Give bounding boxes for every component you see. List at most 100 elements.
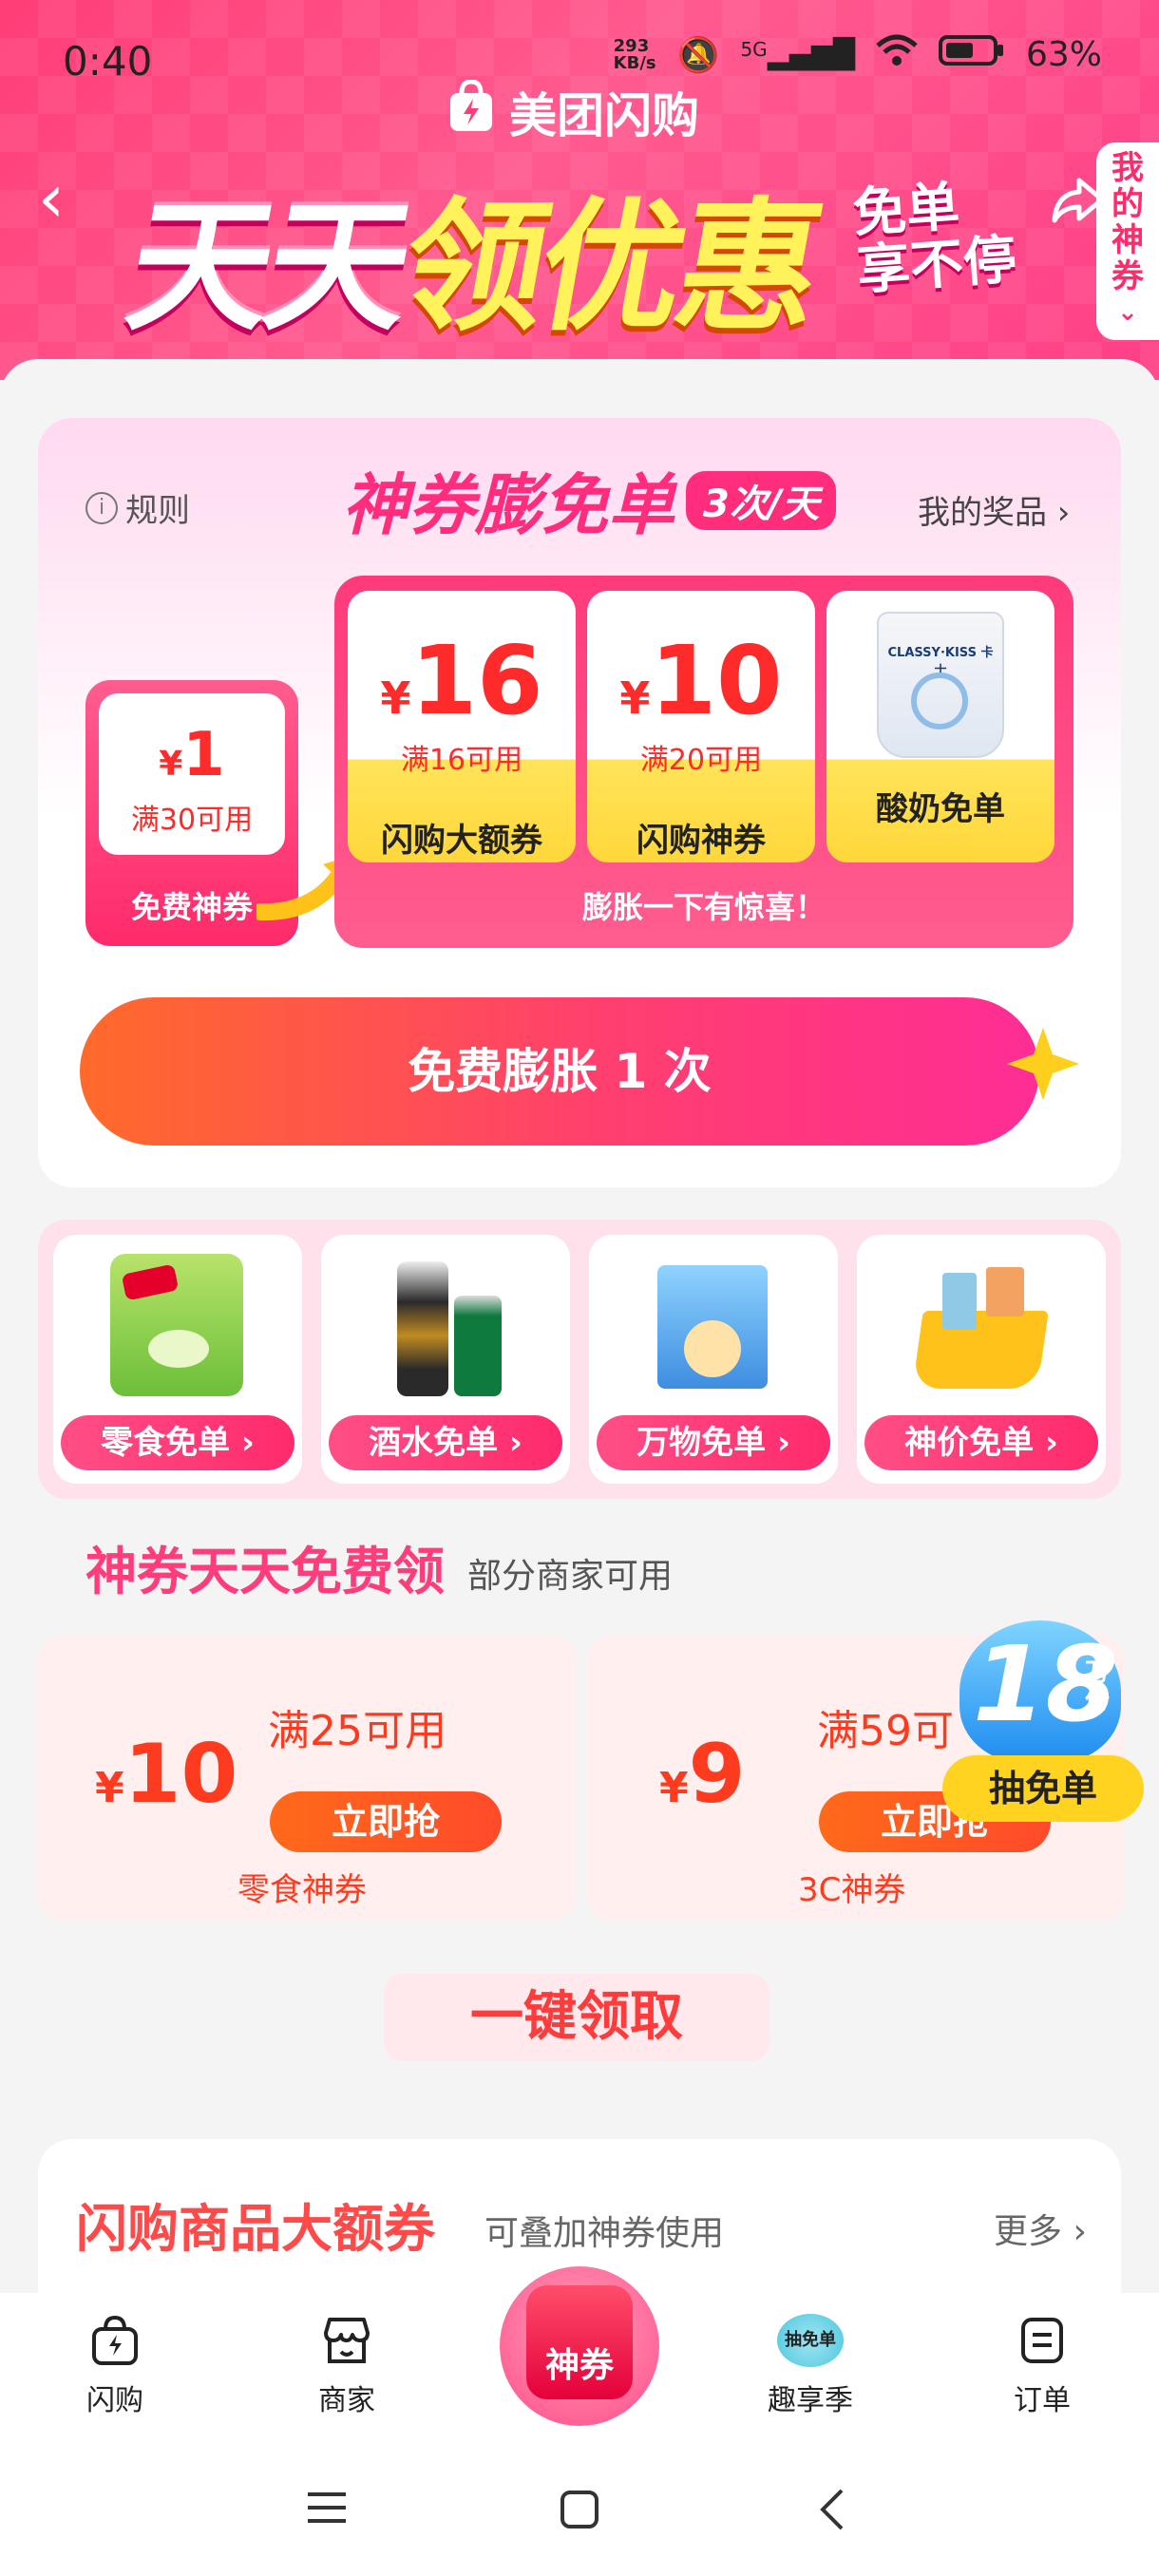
brand-logo: 美团闪购 xyxy=(446,78,699,146)
coupon-name: 零食神券 xyxy=(238,1871,367,1909)
tab-merchant[interactable]: 商家 xyxy=(276,2314,418,2418)
tab-shangou[interactable]: 闪购 xyxy=(44,2314,186,2418)
category-drinks[interactable]: 酒水免单 › xyxy=(321,1235,570,1484)
claim-all-button[interactable]: 一键领取 xyxy=(384,1974,770,2061)
my-prize-link[interactable]: 我的奖品 › xyxy=(918,486,1070,533)
wifi-icon xyxy=(876,34,918,75)
rules-link[interactable]: i 规则 xyxy=(86,484,190,531)
big-coupon-title: 闪购商品大额券 xyxy=(76,2199,435,2259)
coupon-price: ¥9 xyxy=(659,1727,745,1822)
shopping-bag-icon xyxy=(88,2314,142,2367)
free-coupon-price: ¥1 xyxy=(99,720,285,790)
tab-label: 订单 xyxy=(1014,2384,1071,2417)
lottery-free-order-badge[interactable]: 18 万份 抽免单 xyxy=(942,1615,1144,1833)
category-everything[interactable]: 万物免单 › xyxy=(589,1235,838,1484)
yen-sign: ¥ xyxy=(95,1764,124,1812)
surprise-text: 膨胀一下有惊喜！ xyxy=(581,889,826,925)
side-tab-label: 我的神券 xyxy=(1112,149,1144,295)
coupon-price: ¥10 xyxy=(95,1727,238,1822)
coupon-name: 3C神券 xyxy=(798,1871,906,1909)
yen-sign: ¥ xyxy=(619,672,651,724)
price-value: 1 xyxy=(182,720,225,790)
slot-shangou-coupon: ¥10 满20可用 闪购神券 xyxy=(587,591,815,862)
slot-condition: 满16可用 xyxy=(400,744,523,777)
price-value: 16 xyxy=(410,625,543,736)
order-list-icon xyxy=(1016,2314,1069,2367)
my-coupons-side-tab[interactable]: 我的神券 ⌄ xyxy=(1096,142,1159,340)
free-order-icon: 抽免单 xyxy=(777,2314,844,2367)
store-icon xyxy=(320,2314,373,2367)
chevron-down-icon: ⌄ xyxy=(1117,298,1138,327)
daily-coupons-title: 神券天天免费领 xyxy=(86,1542,445,1601)
price-value: 10 xyxy=(650,625,783,736)
slot-yogurt-free: CLASSY·KISS 卡士 酸奶免单 xyxy=(826,591,1054,862)
category-god-price[interactable]: 神价免单 › xyxy=(857,1235,1106,1484)
battery-level: 63% xyxy=(1025,35,1102,74)
category-label: 万物免单 › xyxy=(597,1415,830,1470)
slot-label: 闪购神券 xyxy=(636,822,766,860)
slot-label: 闪购大额券 xyxy=(381,822,542,860)
brand-name: 美团闪购 xyxy=(509,88,699,143)
category-label: 酒水免单 › xyxy=(329,1415,562,1470)
tab-label: 神券 xyxy=(544,2346,614,2385)
daily-coupons-subtitle: 部分商家可用 xyxy=(467,1557,674,1596)
back-button[interactable]: ‹ xyxy=(38,165,89,232)
beer-cans-image xyxy=(378,1254,511,1396)
coupon-card[interactable]: ¥10 满25可用 立即抢 零食神券 xyxy=(38,1636,576,1921)
category-snacks[interactable]: 零食免单 › xyxy=(53,1235,302,1484)
chips-bag-image xyxy=(110,1254,243,1396)
yogurt-logo xyxy=(911,672,968,729)
battery-icon xyxy=(938,34,1005,75)
coupon-gift-icon[interactable]: 神券 xyxy=(526,2285,633,2399)
banner-subtitle: 免单 享不停 xyxy=(851,175,1019,302)
slot-label: 酸奶免单 xyxy=(876,790,1005,828)
yogurt-cup-image: CLASSY·KISS 卡士 xyxy=(877,612,1004,758)
mute-bell-icon: 🔕 xyxy=(676,35,720,75)
yen-sign: ¥ xyxy=(659,1764,689,1812)
daily-limit-badge: 3次/天 xyxy=(686,471,837,530)
net-speed: 293 KB/s xyxy=(613,35,656,73)
yen-sign: ¥ xyxy=(159,745,183,784)
slot-price: ¥10 xyxy=(587,625,815,736)
lightning-bag-icon xyxy=(446,79,496,144)
tab-label: 商家 xyxy=(318,2384,375,2417)
home-icon[interactable] xyxy=(559,2489,600,2534)
tab-label: 趣享季 xyxy=(768,2384,853,2417)
slot-condition: 满20可用 xyxy=(639,744,763,777)
banner-text-a: 天天 xyxy=(116,185,419,350)
price-value: 9 xyxy=(688,1727,746,1822)
grab-now-button[interactable]: 立即抢 xyxy=(270,1791,502,1852)
price-value: 10 xyxy=(124,1727,238,1822)
signal-type: 5G xyxy=(740,38,768,61)
tab-orders[interactable]: 订单 xyxy=(971,2314,1113,2418)
free-upgrade-button[interactable]: 免费膨胀 1 次 xyxy=(80,997,1039,1146)
info-icon: i xyxy=(86,491,118,524)
coupon-condition: 满25可用 xyxy=(268,1707,446,1755)
tab-label: 闪购 xyxy=(86,2384,143,2417)
banner-text-b: 领优惠 xyxy=(390,185,829,350)
back-nav-icon[interactable] xyxy=(817,2487,846,2536)
big-coupon-subtitle: 可叠加神券使用 xyxy=(484,2214,725,2253)
slot-big-coupon: ¥16 满16可用 闪购大额券 xyxy=(348,591,576,862)
rules-label: 规则 xyxy=(125,492,190,530)
free-coupon-condition: 满30可用 xyxy=(130,804,254,837)
coupon-condition: 满59可 xyxy=(817,1707,954,1755)
blind-box-image xyxy=(646,1254,779,1396)
star-icon xyxy=(1005,1026,1081,1102)
status-time: 0:40 xyxy=(63,38,153,85)
upgrade-title: 神券膨免单 xyxy=(342,466,674,544)
banner-title: 天天领优惠 xyxy=(115,152,835,358)
badge-unit: 万份 xyxy=(1085,1658,1111,1715)
more-link[interactable]: 更多 › xyxy=(994,2204,1087,2253)
status-bar-right: 293 KB/s 🔕 5G▂▄▆█ 63% xyxy=(614,34,1102,75)
slot-price: ¥16 xyxy=(348,625,576,736)
tab-fun-season[interactable]: 抽免单 趣享季 xyxy=(739,2314,882,2418)
category-label: 神价免单 › xyxy=(864,1415,1098,1470)
signal-icon: 5G▂▄▆█ xyxy=(740,38,855,71)
recents-icon[interactable] xyxy=(306,2489,348,2530)
grocery-basket-image xyxy=(912,1254,1049,1396)
yen-sign: ¥ xyxy=(380,672,411,724)
category-label: 零食免单 › xyxy=(61,1415,294,1470)
banner-sub-line2: 享不停 xyxy=(854,229,1019,302)
badge-label: 抽免单 xyxy=(942,1755,1144,1822)
